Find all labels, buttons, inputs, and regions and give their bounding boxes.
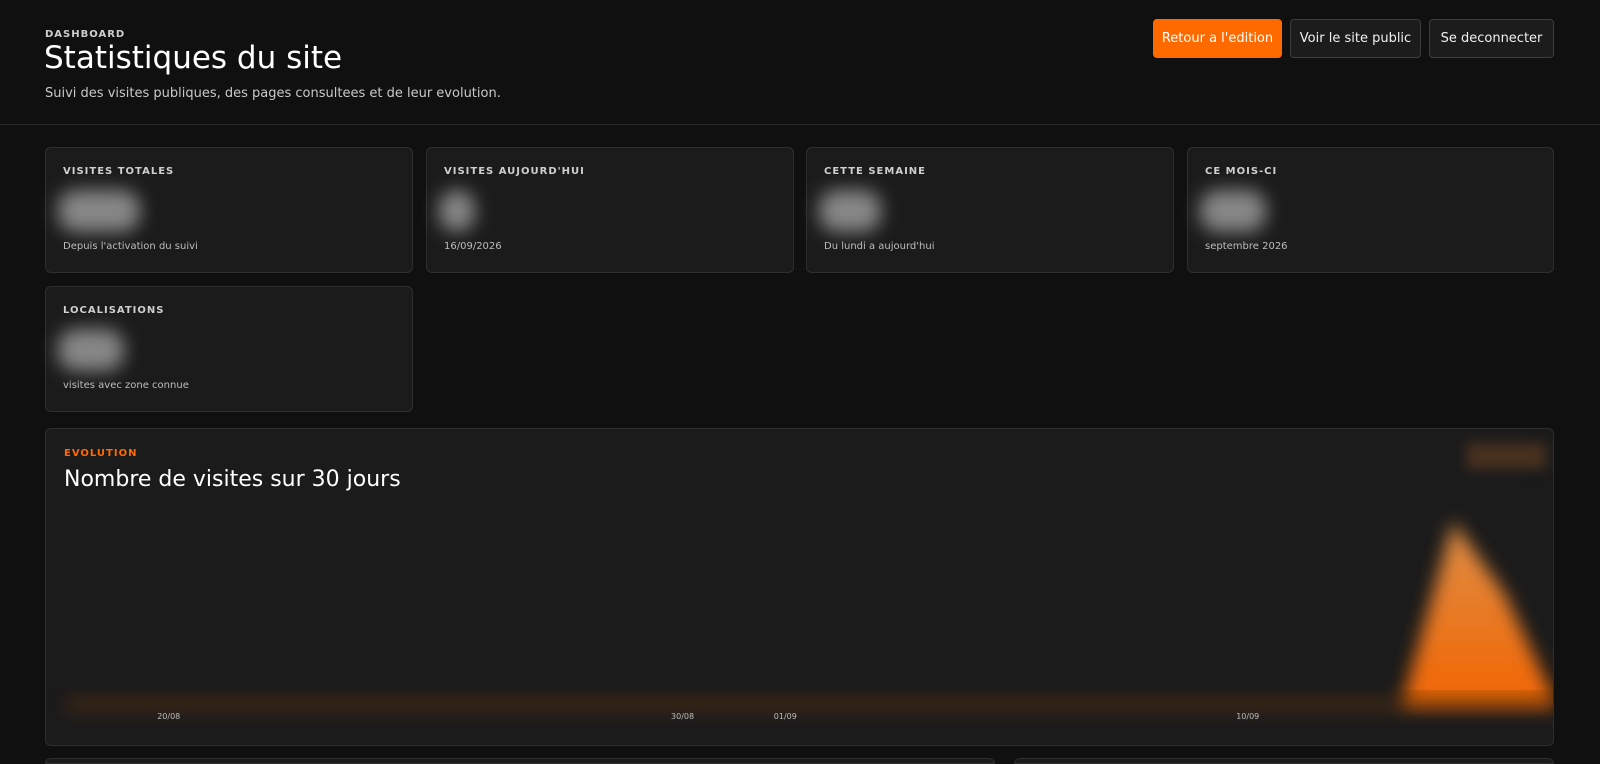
stat-card-label: VISITES AUJOURD'HUI (444, 166, 585, 177)
stat-card-note: septembre 2026 (1205, 241, 1288, 252)
back-to-edit-button[interactable]: Retour a l'edition (1153, 19, 1282, 58)
visits-area-chart: 20/08 30/08 01/09 10/09 (66, 521, 1553, 721)
stat-card-value-redacted (58, 190, 140, 232)
stat-card-label: VISITES TOTALES (63, 166, 175, 177)
stat-card-value-redacted (819, 190, 881, 232)
chart-baseline-glow (66, 693, 1553, 707)
visits-chart-card: EVOLUTION Nombre de visites sur 30 jours… (45, 428, 1554, 746)
stat-card-value-redacted (1200, 190, 1266, 232)
visits-area-series (66, 521, 1553, 707)
x-tick-label: 01/09 (774, 712, 797, 721)
header-eyebrow: DASHBOARD (45, 29, 126, 40)
view-public-site-button[interactable]: Voir le site public (1290, 19, 1421, 58)
x-tick-label: 20/08 (157, 712, 180, 721)
stat-card-month-visits: CE MOIS-CI septembre 2026 (1187, 147, 1554, 273)
stat-card-today-visits: VISITES AUJOURD'HUI 16/09/2026 (426, 147, 794, 273)
stat-card-note: Depuis l'activation du suivi (63, 241, 198, 252)
stat-card-week-visits: CETTE SEMAINE Du lundi a aujourd'hui (806, 147, 1174, 273)
stat-card-note: visites avec zone connue (63, 380, 189, 391)
stat-card-note: 16/09/2026 (444, 241, 502, 252)
page-header: DASHBOARD Statistiques du site Suivi des… (0, 0, 1600, 125)
page-title: Statistiques du site (44, 40, 343, 76)
bottom-card-right (1014, 758, 1554, 764)
stat-card-value-redacted (439, 190, 475, 232)
page-subtitle: Suivi des visites publiques, des pages c… (45, 86, 501, 101)
stat-card-label: CETTE SEMAINE (824, 166, 926, 177)
stat-card-note: Du lundi a aujourd'hui (824, 241, 935, 252)
stat-card-label: CE MOIS-CI (1205, 166, 1278, 177)
x-tick-label: 10/09 (1236, 712, 1259, 721)
stat-card-locations: LOCALISATIONS visites avec zone connue (45, 286, 413, 412)
x-tick-label: 30/08 (671, 712, 694, 721)
logout-button[interactable]: Se deconnecter (1429, 19, 1554, 58)
bottom-card-left (45, 758, 995, 764)
stat-card-value-redacted (58, 329, 124, 371)
stat-card-total-visits: VISITES TOTALES Depuis l'activation du s… (45, 147, 413, 273)
stat-card-label: LOCALISATIONS (63, 305, 165, 316)
